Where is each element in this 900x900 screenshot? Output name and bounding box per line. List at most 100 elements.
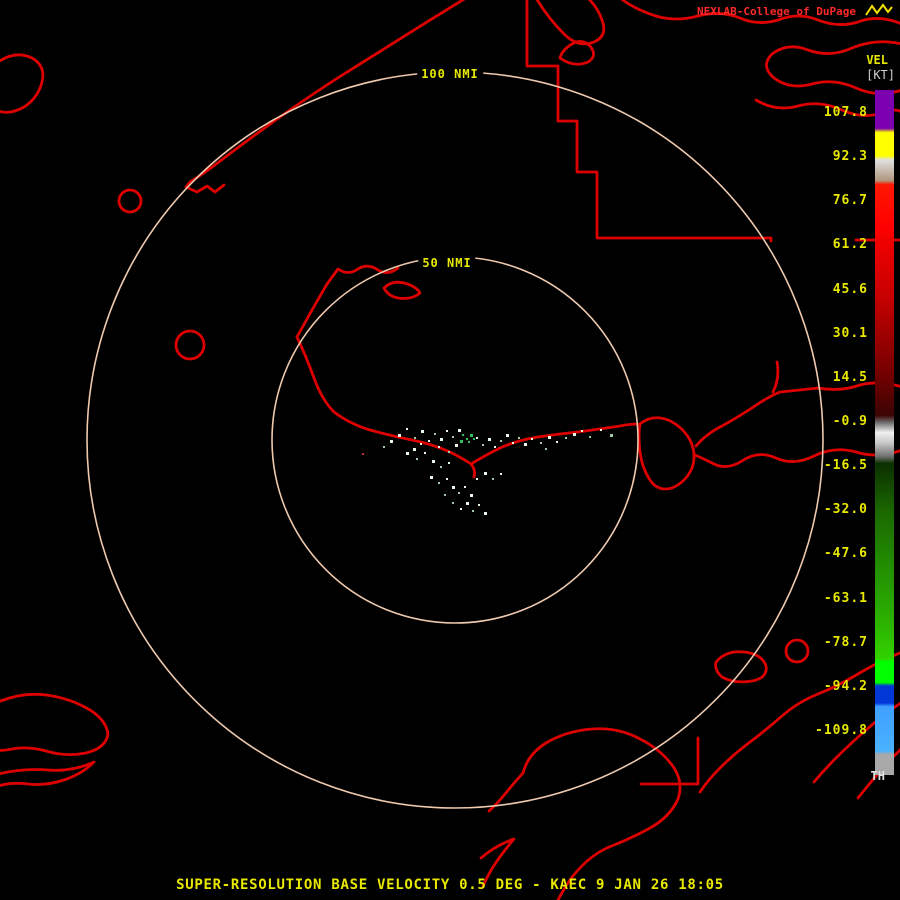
radar-echo-dot xyxy=(573,433,576,436)
radar-echo-dot xyxy=(438,446,440,448)
coastline-east-lower xyxy=(693,448,900,468)
radar-echo-dot xyxy=(466,438,468,440)
radar-map-canvas xyxy=(0,0,900,900)
radar-echo-dot xyxy=(416,458,418,460)
island-ring-small-1 xyxy=(117,188,143,214)
range-ring-label-50nmi: 50 NMI xyxy=(418,256,476,270)
island-west-top xyxy=(0,53,45,114)
colorbar-unit-label: VEL xyxy=(866,53,888,67)
radar-echo-dot xyxy=(420,443,422,445)
radar-echo-dot xyxy=(540,442,542,444)
radar-echo-dot xyxy=(464,486,466,488)
radar-echo-dot xyxy=(438,482,440,484)
radar-echo-dot xyxy=(506,434,509,437)
radar-echo-dot xyxy=(470,494,473,497)
range-ring-50nmi xyxy=(271,256,639,624)
page-title: NEXLAB-College of DuPage xyxy=(697,5,856,18)
island-east xyxy=(637,416,696,491)
colorbar-threshold-label: TH xyxy=(870,769,885,783)
radar-echo-dot xyxy=(444,494,446,496)
radar-echo-dot xyxy=(492,478,494,480)
radar-echo-dot xyxy=(452,502,454,504)
radar-echo-dot xyxy=(446,478,448,480)
range-rings xyxy=(86,71,824,809)
radar-echo-dot xyxy=(466,502,469,505)
radar-echo-dot xyxy=(440,466,442,468)
radar-echo-dot xyxy=(470,434,473,437)
radar-echo-dot xyxy=(494,446,496,448)
radar-echo-dot xyxy=(512,442,514,444)
radar-echo-dot xyxy=(482,444,484,446)
radar-echo-dot xyxy=(462,434,464,436)
radar-echo-dot xyxy=(406,428,408,430)
coastline-central-main xyxy=(295,335,640,466)
colorbar-unit-bracket: [KT] xyxy=(866,68,895,82)
coastline-east-main xyxy=(694,381,900,448)
radar-echo-dot xyxy=(531,438,533,440)
radar-echo-dot xyxy=(473,438,475,440)
state-boundary-steps xyxy=(525,0,900,243)
radar-echo-dot xyxy=(452,436,454,438)
radar-echo-dot xyxy=(524,443,527,446)
coastline-central-hook xyxy=(469,462,476,479)
island-central-loop xyxy=(382,280,422,300)
radar-echo-dot xyxy=(414,437,416,439)
radar-echo-dot xyxy=(472,510,474,512)
radar-echo-dot xyxy=(421,430,424,433)
radar-echo-dot xyxy=(448,451,450,453)
coastline-northeast-5 xyxy=(558,40,595,66)
radar-echo-dot xyxy=(468,441,470,443)
product-caption: SUPER-RESOLUTION BASE VELOCITY 0.5 DEG -… xyxy=(176,877,724,893)
radar-echo-dot xyxy=(478,504,480,506)
radar-echo-dot xyxy=(565,437,567,439)
radar-echo-dot xyxy=(458,492,460,494)
radar-echo-dot xyxy=(581,430,583,432)
radar-echo-dot xyxy=(452,486,455,489)
radar-echo-dot xyxy=(406,452,409,455)
radar-echo-dot xyxy=(390,440,393,443)
radar-viewer: 100 NMI 50 NMI NEXLAB-College of DuPage … xyxy=(0,0,900,900)
radar-echo-dot xyxy=(476,478,478,480)
range-ring-label-100nmi: 100 NMI xyxy=(417,67,483,81)
radar-echo-dot xyxy=(460,508,462,510)
radar-echo-dot xyxy=(500,473,502,475)
radar-echo-dot xyxy=(432,460,435,463)
radar-echo-dot xyxy=(460,440,463,443)
radar-echoes xyxy=(362,428,613,515)
range-ring-100nmi xyxy=(86,71,824,809)
radar-echo-dot xyxy=(458,429,461,432)
radar-echo-dot xyxy=(424,452,426,454)
radar-echo-dot xyxy=(545,448,547,450)
coastline-east-spur xyxy=(771,360,780,394)
radar-echo-dot xyxy=(440,438,443,441)
radar-echo-dot xyxy=(413,448,416,451)
island-ring-small-3 xyxy=(784,638,810,664)
radar-echo-dot xyxy=(434,433,436,435)
island-southwest-1 xyxy=(0,692,110,756)
radar-echo-dot xyxy=(476,437,478,439)
radar-echo-dot xyxy=(600,429,602,431)
island-southeast-small xyxy=(714,650,768,684)
radar-echo-dot xyxy=(548,436,551,439)
radar-echo-dot xyxy=(398,434,401,437)
island-southwest-2 xyxy=(0,760,96,787)
nexlab-logo-icon xyxy=(865,3,893,16)
map-boundaries xyxy=(0,0,900,900)
radar-echo-dot xyxy=(500,440,502,442)
radar-echo-dot xyxy=(362,453,364,455)
radar-echo-dot xyxy=(484,472,487,475)
radar-echo-dot xyxy=(383,446,385,448)
radar-echo-dot xyxy=(446,430,448,432)
coastline-northeast-1 xyxy=(535,0,606,46)
radar-echo-dot xyxy=(589,436,591,438)
radar-echo-dot xyxy=(488,438,491,441)
island-southeast xyxy=(521,727,682,900)
radar-echo-dot xyxy=(484,512,487,515)
radar-echo-dot xyxy=(556,441,558,443)
radar-echo-dot xyxy=(455,444,458,447)
radar-echo-dot xyxy=(518,437,520,439)
radar-echo-dot xyxy=(448,462,450,464)
radar-echo-dot xyxy=(610,434,613,437)
colorbar-scale xyxy=(875,90,894,775)
radar-echo-dot xyxy=(430,476,433,479)
